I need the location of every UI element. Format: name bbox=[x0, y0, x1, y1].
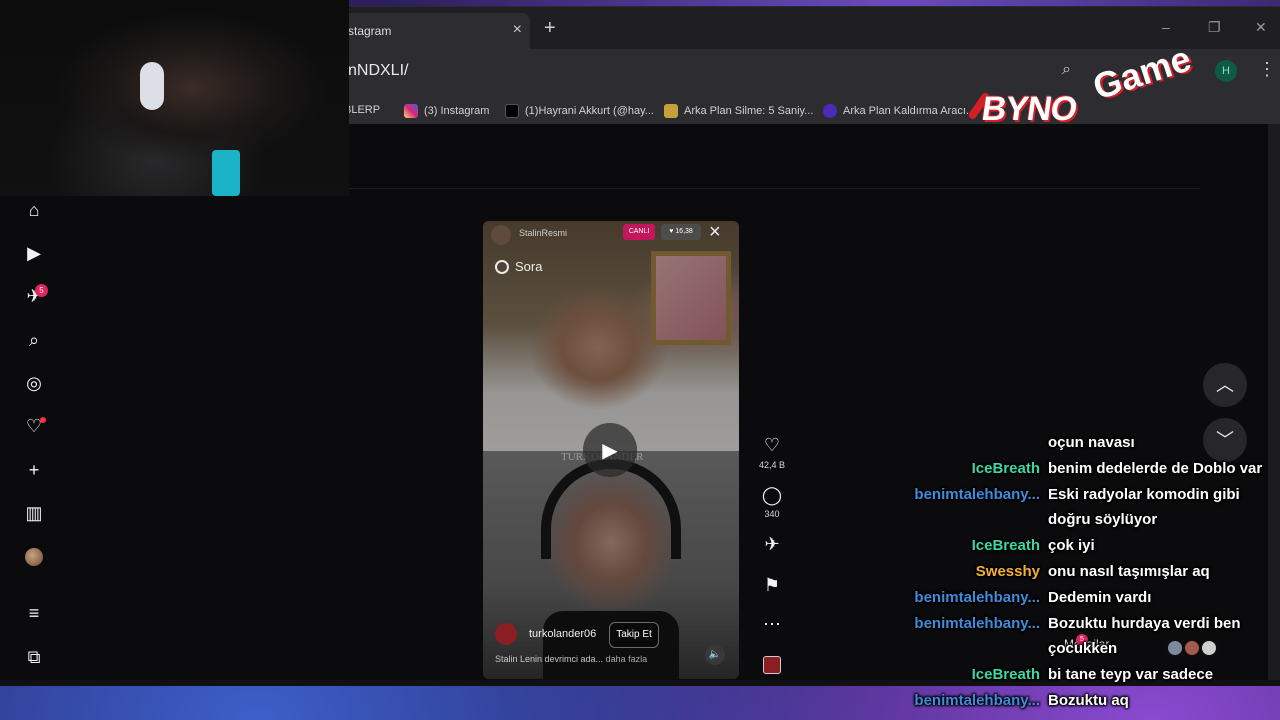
sora-watermark: Sora bbox=[495, 259, 542, 274]
more-link[interactable]: daha fazla bbox=[606, 654, 648, 664]
chat-line: IceBreath bi tane teyp var sadece bbox=[880, 662, 1274, 687]
chat-message: onu nasıl taşımışlar aq bbox=[1048, 563, 1210, 580]
chat-line: Swesshy onu nasıl taşımışlar aq bbox=[880, 559, 1274, 584]
chat-username: IceBreath bbox=[971, 666, 1040, 683]
bookmark-label: (1)Hayrani Akkurt (@hay... bbox=[525, 105, 654, 117]
chat-username: benimtalehbany... bbox=[914, 692, 1040, 709]
chat-line: benimtalehbany... Eski radyolar komodin … bbox=[880, 482, 1274, 532]
notification-dot bbox=[40, 417, 46, 423]
chat-line: benimtalehbany... Dedemin vardı bbox=[880, 585, 1274, 610]
author-username[interactable]: turkolander06 bbox=[529, 628, 596, 640]
apps-icon[interactable]: ⧉ bbox=[22, 645, 46, 669]
chat-line: IceBreath çok iyi bbox=[880, 533, 1274, 558]
save-icon[interactable]: ⚑ bbox=[760, 575, 784, 596]
chat-message: benim dedelerde de Doblo var bbox=[1048, 460, 1263, 477]
reel-caption: Stalin Lenin devrimci ada... daha fazla bbox=[495, 654, 647, 664]
reel-video[interactable]: StalinResmi CANLI ♥ 16,38 × Sora TURKOLA… bbox=[483, 221, 739, 679]
chat-username: Swesshy bbox=[975, 563, 1040, 580]
new-tab-button[interactable]: + bbox=[544, 17, 556, 40]
bookmark-item[interactable]: BLERP bbox=[344, 104, 380, 116]
removebg-icon bbox=[823, 104, 837, 118]
tab-instagram[interactable]: stagram × bbox=[330, 13, 530, 49]
tab-title: stagram bbox=[348, 24, 392, 38]
create-icon[interactable]: + bbox=[22, 458, 46, 482]
bookmark-item[interactable]: Arka Plan Silme: 5 Saniy... bbox=[664, 104, 813, 118]
bynogame-logo: BYNO Game bbox=[962, 38, 1212, 142]
more-menu-icon[interactable]: ≡ bbox=[22, 601, 46, 625]
close-window-button[interactable]: ✕ bbox=[1255, 19, 1267, 36]
comment-count: 340 bbox=[764, 509, 780, 519]
chat-username bbox=[880, 430, 1048, 455]
caption-text: Stalin Lenin devrimci ada... bbox=[495, 654, 604, 664]
dashboard-icon[interactable]: ▥ bbox=[22, 501, 46, 525]
live-badge: CANLI bbox=[623, 224, 655, 240]
chat-message: oçun navası bbox=[1048, 434, 1135, 451]
chat-message: çok iyi bbox=[1048, 537, 1095, 554]
tiktok-icon bbox=[505, 104, 519, 118]
bookmark-item[interactable]: (1)Hayrani Akkurt (@hay... bbox=[505, 104, 654, 118]
instagram-icon bbox=[404, 104, 418, 118]
viewer-count: ♥ 16,38 bbox=[661, 224, 701, 240]
chat-message: Dedemin vardı bbox=[1048, 589, 1152, 606]
chat-username: benimtalehbany... bbox=[914, 589, 1040, 606]
chat-message: Eski radyolar komodin gibi doğru söylüyo… bbox=[1048, 486, 1240, 528]
graduation-cap-icon bbox=[664, 104, 678, 118]
follow-button[interactable]: Takip Et bbox=[609, 622, 659, 648]
chat-username: benimtalehbany... bbox=[914, 615, 1040, 632]
profile-avatar-button[interactable]: H bbox=[1215, 60, 1237, 82]
chat-username: benimtalehbany... bbox=[914, 486, 1040, 503]
sora-icon bbox=[495, 259, 509, 274]
like-icon[interactable]: ♡ bbox=[760, 435, 784, 456]
logo-byno-text: BYNO bbox=[979, 90, 1079, 128]
bookmark-label: Arka Plan Kaldırma Aracı... bbox=[843, 105, 976, 117]
bookmark-label: Arka Plan Silme: 5 Saniy... bbox=[684, 105, 814, 117]
chat-line: oçun navası bbox=[880, 430, 1274, 455]
minimize-button[interactable]: – bbox=[1162, 19, 1170, 35]
bookmark-label: (3) Instagram bbox=[424, 105, 490, 117]
live-username[interactable]: StalinResmi bbox=[519, 228, 567, 238]
url-field[interactable]: nNDXLI/ bbox=[348, 62, 408, 80]
share-icon[interactable]: ✈ bbox=[760, 534, 784, 555]
previous-reel-button[interactable]: ︿ bbox=[1203, 363, 1247, 407]
chat-username: IceBreath bbox=[971, 537, 1040, 554]
webcam-overlay bbox=[0, 0, 349, 196]
tab-close-icon[interactable]: × bbox=[513, 21, 522, 39]
chat-line: benimtalehbany... Bozuktu aq bbox=[880, 688, 1274, 713]
chat-message: bi tane teyp var sadece bbox=[1048, 666, 1214, 683]
sora-label: Sora bbox=[515, 259, 543, 274]
chat-username: IceBreath bbox=[971, 460, 1040, 477]
bookmark-item[interactable]: Arka Plan Kaldırma Aracı... bbox=[823, 104, 975, 118]
bookmark-label: BLERP bbox=[344, 104, 381, 116]
chat-line: IceBreath benim dedelerde de Doblo var bbox=[880, 456, 1274, 481]
home-icon[interactable]: ⌂ bbox=[22, 198, 46, 222]
close-icon[interactable]: × bbox=[709, 221, 721, 244]
explore-icon[interactable]: ◎ bbox=[22, 371, 46, 395]
live-user-avatar[interactable] bbox=[491, 225, 511, 245]
audio-thumbnail[interactable] bbox=[763, 656, 781, 674]
chat-message: Bozuktu aq bbox=[1048, 692, 1129, 709]
volume-icon[interactable]: 🔈 bbox=[705, 645, 725, 665]
like-count: 42,4 B bbox=[758, 460, 786, 470]
reels-icon[interactable]: ▶ bbox=[22, 241, 46, 265]
play-button[interactable]: ▶ bbox=[583, 423, 637, 477]
profile-avatar[interactable] bbox=[25, 548, 43, 566]
bookmark-item[interactable]: (3) Instagram bbox=[404, 104, 489, 118]
microphone-shape bbox=[212, 150, 240, 196]
maximize-button[interactable]: ❐ bbox=[1208, 19, 1221, 36]
chat-line: benimtalehbany... Bozuktu hurdaya verdi … bbox=[880, 611, 1274, 661]
chat-message: Bozuktu hurdaya verdi ben çocukken bbox=[1048, 615, 1241, 657]
headset-shape bbox=[140, 62, 164, 110]
search-icon[interactable]: ⌕ bbox=[22, 328, 46, 352]
comment-icon[interactable]: ◯ bbox=[760, 485, 784, 506]
author-avatar[interactable] bbox=[495, 623, 517, 645]
more-options-icon[interactable]: ⋯ bbox=[760, 614, 784, 635]
browser-menu-icon[interactable]: ⋮ bbox=[1258, 59, 1276, 80]
messages-count-badge: 5 bbox=[35, 284, 48, 297]
